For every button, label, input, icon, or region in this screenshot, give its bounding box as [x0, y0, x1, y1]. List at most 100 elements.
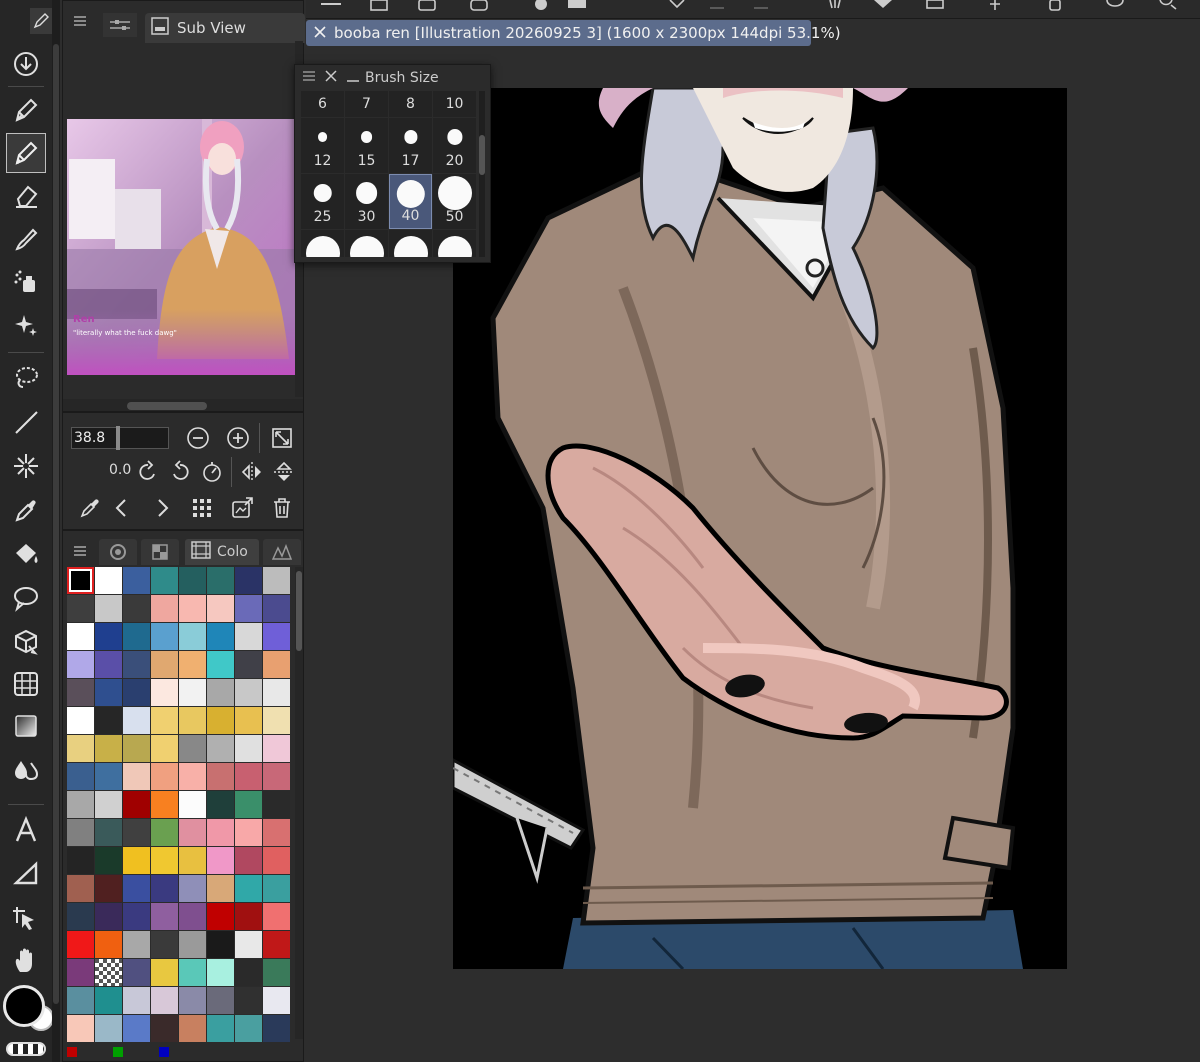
color-swatch[interactable] [207, 903, 234, 930]
toolbar-scrollbar[interactable] [52, 0, 60, 1062]
crop-icon[interactable] [922, 0, 948, 14]
color-swatch[interactable] [151, 1015, 178, 1042]
color-swatch[interactable] [179, 791, 206, 818]
color-swatch[interactable] [207, 763, 234, 790]
gradient-icon[interactable] [6, 706, 46, 746]
color-swatch[interactable] [67, 707, 94, 734]
transparent-color-icon[interactable] [6, 1042, 46, 1056]
color-swatch[interactable] [151, 819, 178, 846]
redo-icon[interactable] [746, 0, 772, 14]
color-swatch[interactable] [123, 623, 150, 650]
color-swatch[interactable] [235, 791, 262, 818]
color-swatch[interactable] [179, 875, 206, 902]
color-swatch[interactable] [235, 595, 262, 622]
tab-subview[interactable]: Sub View [145, 13, 305, 43]
color-swatch[interactable] [207, 987, 234, 1014]
color-swatch[interactable] [123, 1015, 150, 1042]
brush-size-option[interactable]: 17 [389, 118, 432, 173]
color-swatch[interactable] [67, 567, 94, 594]
color-swatch[interactable] [95, 819, 122, 846]
color-swatch[interactable] [151, 707, 178, 734]
color-swatch[interactable] [123, 567, 150, 594]
color-swatch[interactable] [95, 707, 122, 734]
comment-icon[interactable] [1102, 0, 1128, 14]
brush-size-option[interactable] [433, 230, 476, 257]
brush-size-option[interactable]: 25 [301, 174, 344, 229]
color-swatch[interactable] [67, 623, 94, 650]
color-swatch[interactable] [235, 819, 262, 846]
fill-selection-icon[interactable] [870, 0, 896, 14]
color-swatch[interactable] [67, 791, 94, 818]
color-swatch[interactable] [67, 651, 94, 678]
color-swatch[interactable] [95, 567, 122, 594]
brush-size-option[interactable]: 30 [345, 174, 388, 229]
color-swatch[interactable] [235, 763, 262, 790]
color-swatch[interactable] [207, 819, 234, 846]
color-swatch[interactable] [263, 959, 290, 986]
brush-size-option[interactable]: 15 [345, 118, 388, 173]
color-swatch[interactable] [179, 763, 206, 790]
zoom-out-button[interactable] [185, 425, 211, 451]
eraser-icon[interactable] [6, 176, 46, 216]
color-swatch[interactable] [179, 847, 206, 874]
delete-image-button[interactable] [269, 495, 295, 521]
color-swatch[interactable] [207, 567, 234, 594]
flip-vertical-button[interactable] [271, 459, 297, 485]
color-swatch[interactable] [235, 735, 262, 762]
color-swatch[interactable] [123, 875, 150, 902]
clear-icon[interactable] [822, 0, 848, 14]
color-swatch[interactable] [235, 707, 262, 734]
color-swatch[interactable] [151, 567, 178, 594]
color-swatch[interactable] [235, 847, 262, 874]
search-icon[interactable] [1154, 0, 1180, 14]
color-swatch[interactable] [207, 959, 234, 986]
color-swatch[interactable] [179, 987, 206, 1014]
line-icon[interactable] [6, 402, 46, 442]
color-swatch[interactable] [95, 931, 122, 958]
rotate-right-button[interactable] [167, 459, 193, 485]
color-swatch[interactable] [151, 763, 178, 790]
zoom-in-button[interactable] [225, 425, 251, 451]
current-tool-pen-icon[interactable] [30, 8, 52, 34]
color-swatch[interactable] [179, 651, 206, 678]
color-swatch[interactable] [263, 847, 290, 874]
color-swatch[interactable] [263, 623, 290, 650]
color-swatch[interactable] [67, 875, 94, 902]
select-all-icon[interactable] [982, 0, 1008, 14]
color-swatch[interactable] [67, 819, 94, 846]
color-swatch[interactable] [179, 623, 206, 650]
next-image-button[interactable] [149, 495, 175, 521]
color-swatch[interactable] [67, 595, 94, 622]
lasso-icon[interactable] [6, 358, 46, 398]
brush-size-scrollbar[interactable] [479, 91, 485, 257]
eyedropper-button[interactable] [77, 495, 103, 521]
color-swatch[interactable] [123, 819, 150, 846]
color-swatch[interactable] [263, 819, 290, 846]
color-swatch[interactable] [123, 595, 150, 622]
airbrush-icon[interactable] [6, 262, 46, 302]
color-swatch[interactable] [95, 875, 122, 902]
color-swatch[interactable] [67, 931, 94, 958]
brush-size-option[interactable] [301, 230, 344, 257]
menu-icon[interactable] [73, 543, 87, 562]
color-swatch[interactable] [207, 651, 234, 678]
perspective-ruler-icon[interactable] [6, 664, 46, 704]
close-icon[interactable] [314, 24, 326, 42]
color-swatch[interactable] [207, 1015, 234, 1042]
color-swatch[interactable] [235, 651, 262, 678]
color-swatch[interactable] [263, 595, 290, 622]
color-swatch[interactable] [235, 903, 262, 930]
color-swatch[interactable] [123, 987, 150, 1014]
color-swatch[interactable] [263, 875, 290, 902]
previous-image-button[interactable] [109, 495, 135, 521]
color-swatch[interactable] [207, 791, 234, 818]
color-swatch[interactable] [263, 651, 290, 678]
tab-color-wheel-icon[interactable] [99, 539, 137, 565]
color-swatch[interactable] [123, 847, 150, 874]
color-swatch[interactable] [95, 595, 122, 622]
reset-rotation-button[interactable] [199, 459, 225, 485]
color-swatch[interactable] [235, 623, 262, 650]
color-swatch[interactable] [151, 875, 178, 902]
color-swatch[interactable] [235, 567, 262, 594]
color-swatch[interactable] [207, 931, 234, 958]
